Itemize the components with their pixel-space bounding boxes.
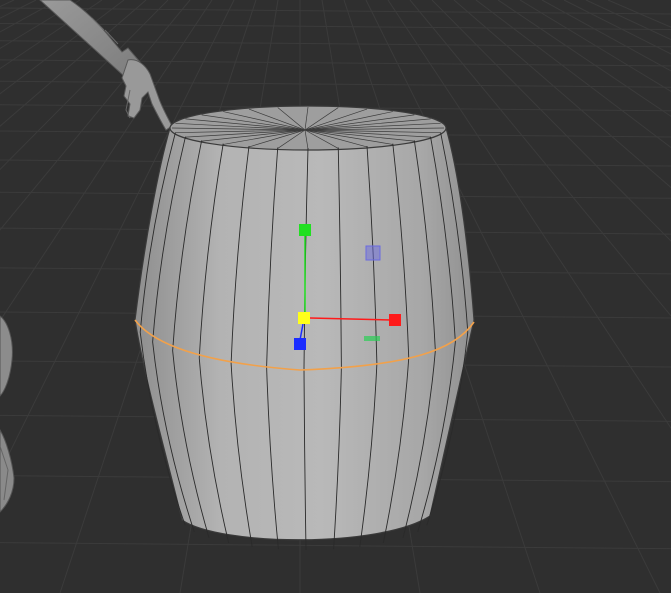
character-arm[interactable] <box>39 0 173 131</box>
barrel-mesh[interactable] <box>134 105 475 551</box>
scale-handle[interactable] <box>364 336 380 341</box>
character-leg[interactable] <box>0 315 15 513</box>
plane-handle[interactable] <box>365 245 381 261</box>
viewport-canvas[interactable] <box>0 0 671 593</box>
gizmo-center-handle[interactable] <box>298 312 310 324</box>
z-axis-handle[interactable] <box>294 338 306 350</box>
y-axis-handle[interactable] <box>299 224 311 236</box>
x-axis-handle[interactable] <box>389 314 401 326</box>
3d-viewport[interactable] <box>0 0 671 593</box>
